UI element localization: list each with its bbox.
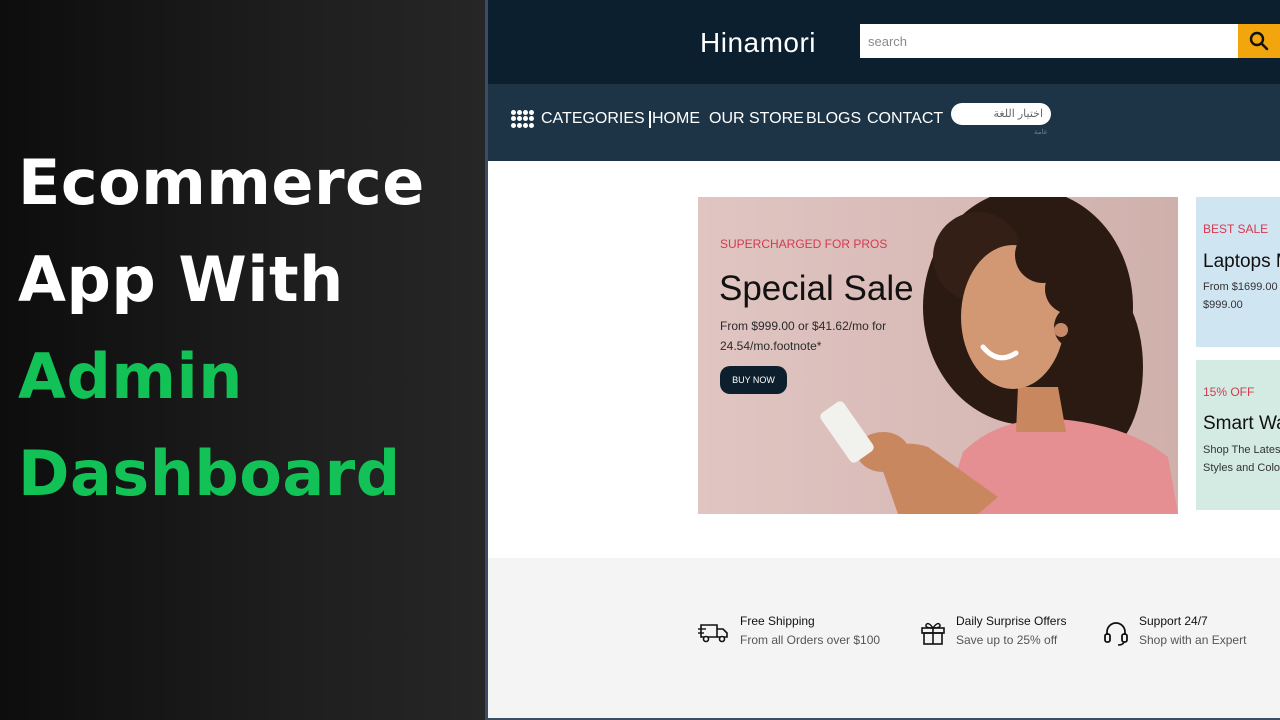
search-icon [1249, 31, 1269, 51]
card-title: Laptops Max [1203, 251, 1280, 272]
feature-title: Daily Surprise Offers [956, 614, 1067, 628]
card-text-line-1: Shop The Latest Band [1203, 444, 1280, 456]
search-input[interactable] [860, 24, 1238, 58]
brand-logo[interactable]: Hinamori [700, 27, 816, 59]
card-eyebrow: 15% OFF [1203, 385, 1255, 399]
feature-title: Support 24/7 [1139, 614, 1208, 628]
nav-divider [648, 110, 651, 128]
nav-contact[interactable]: CONTACT [867, 110, 943, 128]
hero-eyebrow: SUPERCHARGED FOR PROS [720, 237, 888, 251]
nav-our-store[interactable]: OUR STORE [709, 110, 804, 128]
header-bar: Hinamori [488, 0, 1280, 84]
card-title: Smart Watch [1203, 413, 1280, 434]
promo-card-smartwatch[interactable]: 15% OFF Smart Watch Shop The Latest Band… [1196, 360, 1280, 510]
categories-label: CATEGORIES [541, 110, 645, 127]
card-text-line-1: From $1699.00 or [1203, 281, 1280, 293]
store-screenshot: Hinamori CATEGORIES HOME OUR STORE BLOGS… [485, 0, 1280, 720]
promo-title-line-4: Dashboard [18, 437, 401, 510]
gift-icon [921, 622, 945, 645]
feature-title: Free Shipping [740, 614, 815, 628]
features-strip: Free Shipping From all Orders over $100 … [488, 558, 1280, 718]
language-select[interactable]: اختيار اللغة [951, 103, 1051, 125]
promo-title-line-1: Ecommerce [18, 146, 425, 219]
categories-menu[interactable]: CATEGORIES [511, 110, 651, 128]
grid-icon [511, 110, 535, 128]
feature-support: Support 24/7 Shop with an Expert [1103, 614, 1246, 647]
main-navbar: CATEGORIES HOME OUR STORE BLOGS CONTACT … [488, 84, 1280, 161]
headset-icon [1104, 622, 1128, 646]
promo-panel: Ecommerce App With Admin Dashboard [0, 0, 485, 720]
feature-daily-offers: Daily Surprise Offers Save up to 25% off [920, 614, 1066, 647]
hero-subtitle: From $999.00 or $41.62/mo for 24.54/mo.f… [720, 319, 887, 353]
search-button[interactable] [1238, 24, 1280, 58]
promo-title-line-2: App With [18, 243, 344, 316]
feature-free-shipping: Free Shipping From all Orders over $100 [698, 614, 880, 647]
nav-home[interactable]: HOME [652, 110, 700, 128]
hero-title: Special Sale [719, 269, 914, 308]
buy-now-button[interactable]: BUY NOW [720, 366, 787, 394]
feature-text: From all Orders over $100 [740, 633, 881, 647]
card-eyebrow: BEST SALE [1203, 222, 1269, 236]
feature-text: Shop with an Expert [1139, 633, 1247, 647]
truck-icon [698, 624, 728, 643]
card-text-line-2: Styles and Colors [1203, 462, 1280, 474]
feature-text: Save up to 25% off [956, 633, 1058, 647]
promo-title-line-3: Admin [18, 340, 243, 413]
nav-blogs[interactable]: BLOGS [806, 110, 861, 128]
hero-banner[interactable]: SUPERCHARGED FOR PROS Special Sale From … [698, 197, 1178, 514]
card-text-line-2: $999.00 [1203, 299, 1243, 311]
language-hint: عامة [1034, 129, 1048, 136]
promo-card-laptops[interactable]: BEST SALE Laptops Max From $1699.00 or $… [1196, 197, 1280, 347]
